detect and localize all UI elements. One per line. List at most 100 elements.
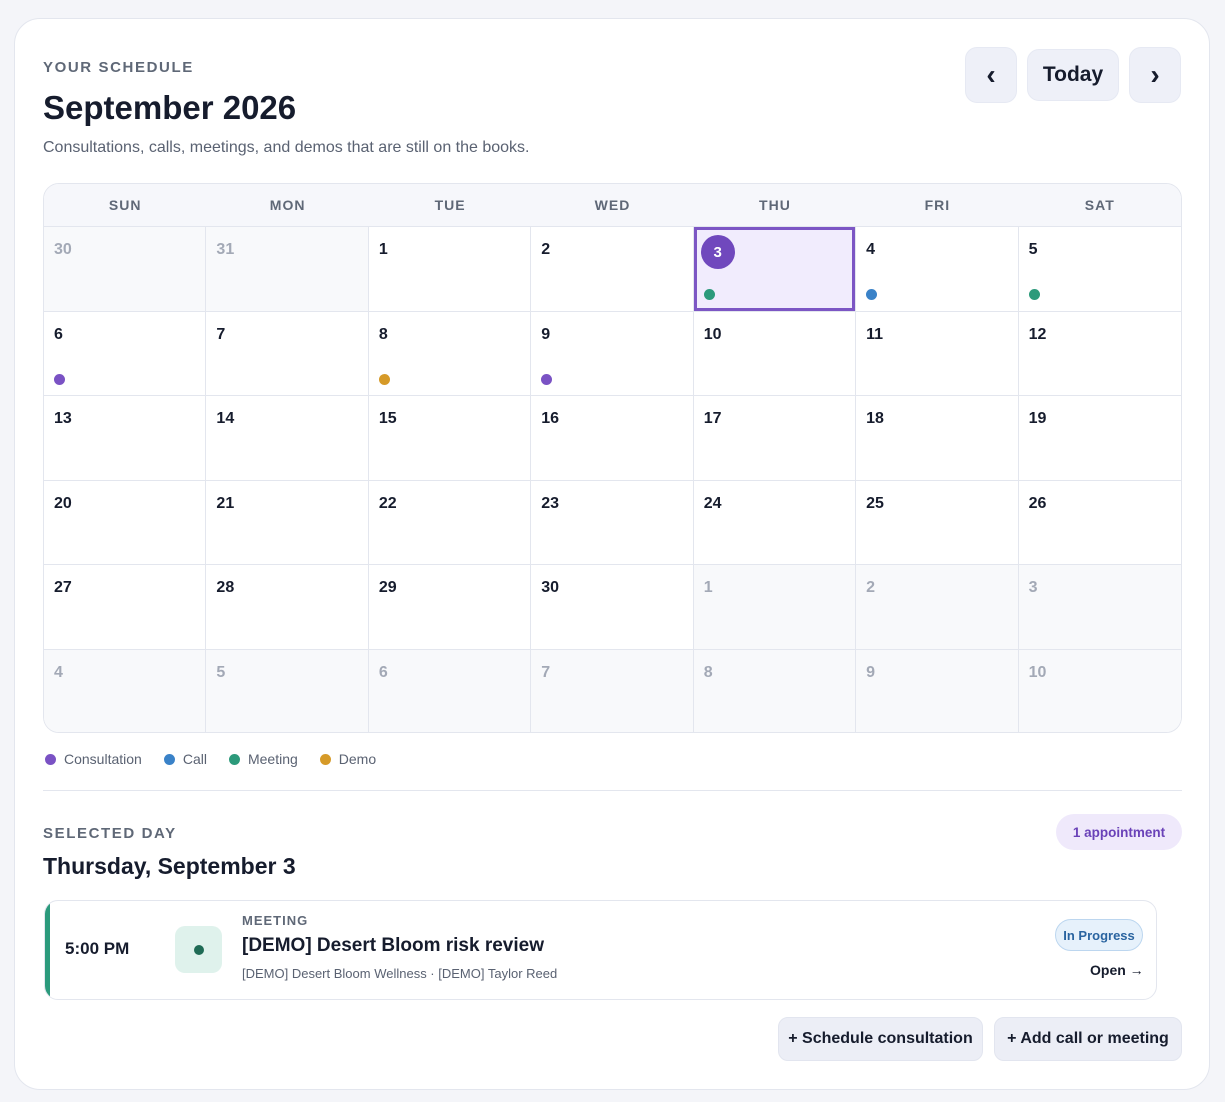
status-badge: In Progress [1055, 919, 1143, 951]
day-cell[interactable]: 13 [44, 396, 207, 481]
day-number: 17 [703, 410, 722, 427]
day-cell[interactable]: 15 [368, 396, 532, 481]
day-number: 7 [216, 325, 226, 343]
weekday-header: SUN MON TUE WED THU FRI SAT [44, 184, 1181, 227]
day-cell[interactable]: 26 [1018, 480, 1181, 565]
weekday-label: SUN [108, 197, 142, 213]
day-number: 10 [1028, 663, 1047, 681]
day-number: 27 [54, 579, 72, 596]
day-number: 1 [378, 241, 388, 258]
consultation-dot-icon [54, 373, 65, 385]
day-cell[interactable]: 27 [44, 565, 207, 650]
day-cell[interactable]: 5 [1018, 227, 1181, 312]
day-number: 19 [1028, 410, 1047, 427]
day-number: 31 [216, 241, 235, 258]
day-cell[interactable]: 30 [44, 227, 207, 312]
section-divider [43, 790, 1182, 791]
day-cell[interactable]: 5 [206, 649, 369, 732]
demo-dot-icon [319, 753, 331, 765]
day-grid: 30 31 1 2 3 4 5 6 7 8 9 10 11 12 13 14 15 16 17 18 19 20 21 22 2… [44, 227, 1181, 732]
day-number: 30 [54, 241, 72, 258]
weekday-label: TUE [434, 197, 466, 213]
open-appointment-link[interactable]: Open → [1090, 962, 1144, 978]
day-number: 16 [541, 410, 560, 427]
next-month-button[interactable]: › [1129, 47, 1181, 103]
appointment-card[interactable]: 5:00 PM MEETING [DEMO] Desert Bloom risk… [44, 900, 1157, 1000]
day-number: 9 [866, 663, 876, 681]
day-cell[interactable]: 28 [206, 565, 369, 650]
day-cell[interactable]: 7 [531, 649, 694, 732]
day-cell[interactable]: 14 [206, 396, 369, 481]
day-number: 9 [541, 325, 551, 343]
meeting-dot-icon [1028, 289, 1040, 300]
day-cell[interactable]: 9 [856, 649, 1019, 732]
day-cell[interactable]: 11 [856, 311, 1019, 396]
day-number: 7 [541, 663, 551, 681]
day-cell[interactable]: 21 [206, 480, 369, 565]
day-cell[interactable]: 8 [693, 649, 857, 732]
day-cell[interactable]: 12 [1018, 311, 1181, 396]
today-button[interactable]: Today [1027, 49, 1119, 101]
legend-label: Demo [338, 751, 377, 767]
day-cell[interactable]: 16 [531, 396, 694, 481]
day-cell[interactable]: 3 [1018, 565, 1181, 650]
schedule-subtitle: Consultations, calls, meetings, and demo… [43, 139, 530, 156]
day-cell[interactable]: 2 [531, 227, 694, 312]
day-cell[interactable]: 4 [856, 227, 1019, 312]
call-dot-icon [866, 289, 878, 300]
day-cell[interactable]: 6 [368, 649, 532, 732]
day-cell[interactable]: 20 [44, 480, 207, 565]
day-number: 5 [1028, 241, 1038, 258]
day-cell[interactable]: 31 [206, 227, 369, 312]
day-cell[interactable]: 17 [693, 396, 857, 481]
day-cell[interactable]: 2 [856, 565, 1019, 650]
day-cell[interactable]: 10 [1018, 649, 1181, 732]
day-number: 4 [866, 241, 876, 258]
day-cell[interactable]: 4 [44, 649, 207, 732]
meeting-dot-icon [228, 753, 240, 765]
day-cell[interactable]: 7 [206, 311, 369, 396]
day-cell[interactable]: 1 [693, 565, 857, 650]
day-number: 2 [541, 241, 551, 258]
selected-day-eyebrow: SELECTED DAY [43, 825, 177, 842]
day-cell[interactable]: 10 [693, 311, 857, 396]
day-number: 18 [866, 410, 884, 427]
day-cell[interactable]: 8 [368, 311, 532, 396]
day-cell[interactable]: 18 [856, 396, 1019, 481]
schedule-card: YOUR SCHEDULE September 2026 Consultatio… [14, 18, 1210, 1090]
day-cell[interactable]: 19 [1018, 396, 1181, 481]
meeting-dot-icon [193, 944, 204, 955]
day-cell[interactable]: 23 [531, 480, 694, 565]
day-cell[interactable]: 6 [44, 311, 207, 396]
day-cell[interactable]: 29 [368, 565, 532, 650]
legend-item-demo: Demo [319, 751, 377, 767]
day-cell[interactable]: 24 [693, 480, 857, 565]
day-number: 4 [54, 663, 63, 681]
day-number: 23 [541, 494, 560, 512]
appointment-meta: [DEMO] Desert Bloom Wellness · [DEMO] Ta… [242, 966, 558, 981]
day-number: 13 [54, 410, 72, 427]
appointment-time: 5:00 PM [65, 939, 130, 958]
day-number: 21 [216, 494, 235, 512]
day-cell[interactable]: 30 [531, 565, 694, 650]
day-number: 5 [216, 663, 226, 681]
selected-day-title: Thursday, September 3 [43, 853, 296, 879]
weekday-label: SAT [1084, 197, 1115, 213]
schedule-consultation-button[interactable]: + Schedule consultation [778, 1017, 983, 1061]
event-legend: Consultation Call Meeting Demo [45, 751, 376, 767]
day-number: 24 [703, 494, 722, 512]
prev-month-button[interactable]: ‹ [965, 47, 1017, 103]
day-cell[interactable]: 22 [368, 480, 532, 565]
day-cell-selected[interactable]: 3 [693, 227, 857, 312]
day-number: 29 [378, 579, 397, 596]
day-number: 10 [703, 325, 722, 343]
add-call-meeting-button[interactable]: + Add call or meeting [994, 1017, 1182, 1061]
month-calendar: SUN MON TUE WED THU FRI SAT 30 31 1 2 3 4 5 6 7 8… [43, 183, 1182, 733]
day-cell[interactable]: 9 [531, 311, 694, 396]
meeting-icon [175, 926, 222, 973]
day-number: 8 [703, 663, 713, 681]
day-cell[interactable]: 25 [856, 480, 1019, 565]
day-cell[interactable]: 1 [368, 227, 532, 312]
legend-label: Call [182, 751, 207, 767]
day-number: 28 [216, 579, 235, 596]
